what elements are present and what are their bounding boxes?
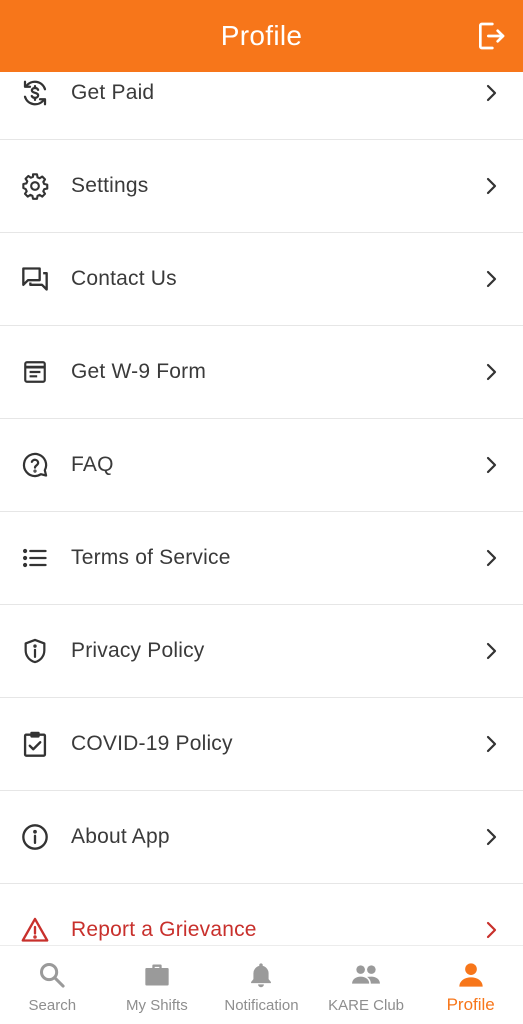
list-icon <box>20 543 50 573</box>
chevron-right-icon <box>483 732 501 756</box>
info-icon <box>20 822 50 852</box>
menu-item-label: Contact Us <box>71 267 177 290</box>
menu-item-about-app[interactable]: About App <box>0 791 523 884</box>
menu-item-covid-policy[interactable]: COVID-19 Policy <box>0 698 523 791</box>
tab-my-shifts[interactable]: My Shifts <box>105 946 210 1024</box>
menu-item-label: Terms of Service <box>71 546 231 569</box>
menu-item-label: FAQ <box>71 453 114 476</box>
chat-icon <box>20 264 50 294</box>
tab-kare-club[interactable]: KARE Club <box>314 946 419 1024</box>
menu-item-privacy-policy[interactable]: Privacy Policy <box>0 605 523 698</box>
briefcase-icon <box>142 960 172 990</box>
bell-icon <box>246 960 276 990</box>
people-icon <box>351 960 381 990</box>
chevron-right-icon <box>483 639 501 663</box>
tab-notification[interactable]: Notification <box>209 946 314 1024</box>
menu-item-label: Report a Grievance <box>71 918 257 941</box>
menu-item-settings[interactable]: Settings <box>0 140 523 233</box>
menu-item-terms-of-service[interactable]: Terms of Service <box>0 512 523 605</box>
warning-icon <box>20 915 50 945</box>
logout-button[interactable] <box>473 18 509 54</box>
menu-item-label: About App <box>71 825 170 848</box>
chevron-right-icon <box>483 81 501 105</box>
menu-item-label: Get W-9 Form <box>71 360 207 383</box>
menu-item-label: Get Paid <box>71 81 155 104</box>
chevron-right-icon <box>483 267 501 291</box>
tab-label: KARE Club <box>328 997 405 1014</box>
tab-label: Profile <box>446 995 495 1014</box>
menu-item-label: COVID-19 Policy <box>71 732 233 755</box>
page-title: Profile <box>220 20 303 51</box>
tab-profile[interactable]: Profile <box>418 946 523 1024</box>
clipboard-check-icon <box>20 729 50 759</box>
help-circle-icon <box>20 450 50 480</box>
search-icon <box>37 960 67 990</box>
menu-item-faq[interactable]: FAQ <box>0 419 523 512</box>
app-header: Profile <box>0 0 523 72</box>
tab-label: Notification <box>224 997 299 1014</box>
chevron-right-icon <box>483 453 501 477</box>
bottom-tab-bar: Search My Shifts Notification KARE Club … <box>0 945 523 1024</box>
logout-icon <box>479 22 505 50</box>
gear-icon <box>20 171 50 201</box>
tab-label: My Shifts <box>126 997 188 1014</box>
menu-item-label: Privacy Policy <box>71 639 205 662</box>
profile-menu: Get Paid Settings Contact Us Get W-9 For… <box>0 47 523 977</box>
menu-item-contact-us[interactable]: Contact Us <box>0 233 523 326</box>
chevron-right-icon <box>483 360 501 384</box>
tab-label: Search <box>28 997 77 1014</box>
menu-item-get-w9-form[interactable]: Get W-9 Form <box>0 326 523 419</box>
person-icon <box>456 960 486 990</box>
tab-search[interactable]: Search <box>0 946 105 1024</box>
dollar-refresh-icon <box>20 78 50 108</box>
form-icon <box>20 357 50 387</box>
menu-item-label: Settings <box>71 174 149 197</box>
chevron-right-icon <box>483 546 501 570</box>
chevron-right-icon <box>483 918 501 942</box>
shield-icon <box>20 636 50 666</box>
chevron-right-icon <box>483 825 501 849</box>
chevron-right-icon <box>483 174 501 198</box>
